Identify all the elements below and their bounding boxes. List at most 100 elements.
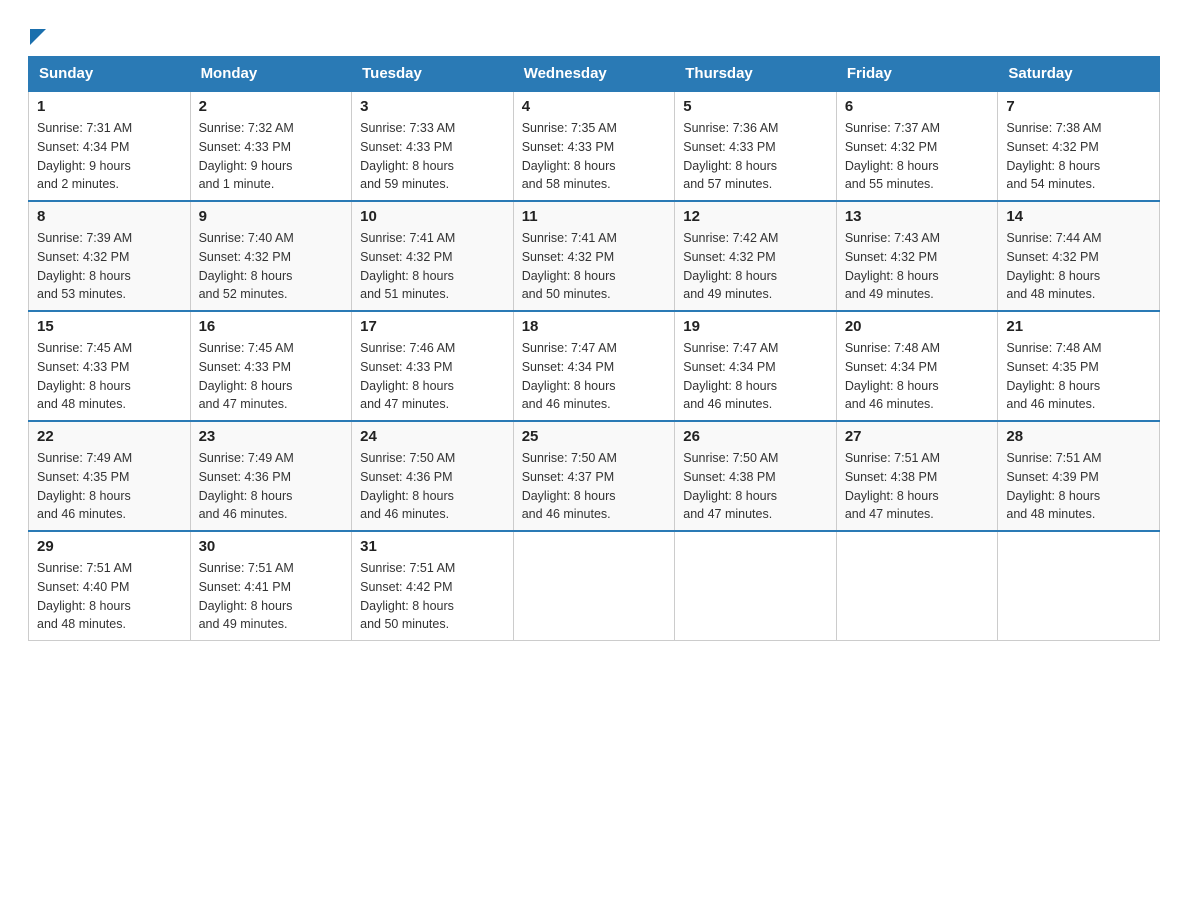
day-info: Sunrise: 7:49 AMSunset: 4:36 PMDaylight:… (199, 449, 344, 524)
day-number: 26 (683, 428, 828, 445)
day-number: 23 (199, 428, 344, 445)
calendar-cell: 4 Sunrise: 7:35 AMSunset: 4:33 PMDaylight… (513, 91, 675, 201)
calendar-cell: 13 Sunrise: 7:43 AMSunset: 4:32 PMDayligh… (836, 201, 998, 311)
day-info: Sunrise: 7:44 AMSunset: 4:32 PMDaylight:… (1006, 229, 1151, 304)
calendar-cell: 11 Sunrise: 7:41 AMSunset: 4:32 PMDayligh… (513, 201, 675, 311)
day-number: 24 (360, 428, 505, 445)
day-number: 13 (845, 208, 990, 225)
day-number: 11 (522, 208, 667, 225)
calendar-cell: 3 Sunrise: 7:33 AMSunset: 4:33 PMDaylight… (352, 91, 514, 201)
calendar-cell (513, 531, 675, 641)
calendar-cell: 18 Sunrise: 7:47 AMSunset: 4:34 PMDayligh… (513, 311, 675, 421)
calendar-cell: 2Sunrise: 7:32 AMSunset: 4:33 PMDaylight… (190, 91, 352, 201)
day-number: 3 (360, 98, 505, 115)
day-number: 28 (1006, 428, 1151, 445)
day-number: 29 (37, 538, 182, 555)
day-number: 7 (1006, 98, 1151, 115)
day-number: 16 (199, 318, 344, 335)
day-number: 4 (522, 98, 667, 115)
calendar-cell: 8 Sunrise: 7:39 AMSunset: 4:32 PMDaylight… (29, 201, 191, 311)
calendar-body: 1Sunrise: 7:31 AMSunset: 4:34 PMDaylight… (29, 91, 1160, 641)
calendar-cell (998, 531, 1160, 641)
calendar-cell: 7 Sunrise: 7:38 AMSunset: 4:32 PMDaylight… (998, 91, 1160, 201)
calendar-cell: 28 Sunrise: 7:51 AMSunset: 4:39 PMDayligh… (998, 421, 1160, 531)
calendar-cell: 17 Sunrise: 7:46 AMSunset: 4:33 PMDayligh… (352, 311, 514, 421)
day-info: Sunrise: 7:48 AMSunset: 4:35 PMDaylight:… (1006, 339, 1151, 414)
calendar-cell: 20Sunrise: 7:48 AMSunset: 4:34 PMDayligh… (836, 311, 998, 421)
day-info: Sunrise: 7:46 AMSunset: 4:33 PMDaylight:… (360, 339, 505, 414)
weekday-header-thursday: Thursday (675, 57, 837, 92)
logo (28, 28, 46, 46)
calendar-cell: 26 Sunrise: 7:50 AMSunset: 4:38 PMDayligh… (675, 421, 837, 531)
day-info: Sunrise: 7:42 AMSunset: 4:32 PMDaylight:… (683, 229, 828, 304)
calendar-cell: 27Sunrise: 7:51 AMSunset: 4:38 PMDayligh… (836, 421, 998, 531)
day-number: 1 (37, 98, 182, 115)
calendar-cell: 6 Sunrise: 7:37 AMSunset: 4:32 PMDaylight… (836, 91, 998, 201)
day-info: Sunrise: 7:51 AMSunset: 4:39 PMDaylight:… (1006, 449, 1151, 524)
day-info: Sunrise: 7:51 AMSunset: 4:40 PMDaylight:… (37, 559, 182, 634)
day-info: Sunrise: 7:33 AMSunset: 4:33 PMDaylight:… (360, 119, 505, 194)
calendar-cell: 31Sunrise: 7:51 AMSunset: 4:42 PMDayligh… (352, 531, 514, 641)
calendar-cell: 21 Sunrise: 7:48 AMSunset: 4:35 PMDayligh… (998, 311, 1160, 421)
day-info: Sunrise: 7:43 AMSunset: 4:32 PMDaylight:… (845, 229, 990, 304)
day-info: Sunrise: 7:37 AMSunset: 4:32 PMDaylight:… (845, 119, 990, 194)
day-info: Sunrise: 7:39 AMSunset: 4:32 PMDaylight:… (37, 229, 182, 304)
day-info: Sunrise: 7:38 AMSunset: 4:32 PMDaylight:… (1006, 119, 1151, 194)
weekday-header-sunday: Sunday (29, 57, 191, 92)
calendar-cell: 30 Sunrise: 7:51 AMSunset: 4:41 PMDayligh… (190, 531, 352, 641)
page-header (28, 24, 1160, 46)
calendar-cell: 14 Sunrise: 7:44 AMSunset: 4:32 PMDayligh… (998, 201, 1160, 311)
logo-triangle-icon (30, 29, 46, 45)
weekday-header-row: SundayMondayTuesdayWednesdayThursdayFrid… (29, 57, 1160, 92)
day-info: Sunrise: 7:47 AMSunset: 4:34 PMDaylight:… (522, 339, 667, 414)
day-info: Sunrise: 7:49 AMSunset: 4:35 PMDaylight:… (37, 449, 182, 524)
day-info: Sunrise: 7:41 AMSunset: 4:32 PMDaylight:… (522, 229, 667, 304)
calendar-week-row: 29 Sunrise: 7:51 AMSunset: 4:40 PMDayligh… (29, 531, 1160, 641)
calendar-cell: 19Sunrise: 7:47 AMSunset: 4:34 PMDayligh… (675, 311, 837, 421)
calendar-week-row: 8 Sunrise: 7:39 AMSunset: 4:32 PMDaylight… (29, 201, 1160, 311)
day-number: 5 (683, 98, 828, 115)
calendar-week-row: 15 Sunrise: 7:45 AMSunset: 4:33 PMDayligh… (29, 311, 1160, 421)
day-info: Sunrise: 7:50 AMSunset: 4:38 PMDaylight:… (683, 449, 828, 524)
day-number: 9 (199, 208, 344, 225)
day-info: Sunrise: 7:45 AMSunset: 4:33 PMDaylight:… (199, 339, 344, 414)
weekday-header-wednesday: Wednesday (513, 57, 675, 92)
day-number: 21 (1006, 318, 1151, 335)
day-info: Sunrise: 7:47 AMSunset: 4:34 PMDaylight:… (683, 339, 828, 414)
weekday-header-saturday: Saturday (998, 57, 1160, 92)
day-info: Sunrise: 7:51 AMSunset: 4:41 PMDaylight:… (199, 559, 344, 634)
day-number: 22 (37, 428, 182, 445)
day-number: 10 (360, 208, 505, 225)
day-info: Sunrise: 7:36 AMSunset: 4:33 PMDaylight:… (683, 119, 828, 194)
calendar-cell: 29 Sunrise: 7:51 AMSunset: 4:40 PMDayligh… (29, 531, 191, 641)
calendar-cell: 15 Sunrise: 7:45 AMSunset: 4:33 PMDayligh… (29, 311, 191, 421)
day-number: 14 (1006, 208, 1151, 225)
day-info: Sunrise: 7:50 AMSunset: 4:37 PMDaylight:… (522, 449, 667, 524)
calendar-cell: 1Sunrise: 7:31 AMSunset: 4:34 PMDaylight… (29, 91, 191, 201)
calendar-cell: 9Sunrise: 7:40 AMSunset: 4:32 PMDaylight… (190, 201, 352, 311)
day-info: Sunrise: 7:50 AMSunset: 4:36 PMDaylight:… (360, 449, 505, 524)
calendar-week-row: 22 Sunrise: 7:49 AMSunset: 4:35 PMDayligh… (29, 421, 1160, 531)
day-number: 15 (37, 318, 182, 335)
calendar-cell: 24 Sunrise: 7:50 AMSunset: 4:36 PMDayligh… (352, 421, 514, 531)
calendar-table: SundayMondayTuesdayWednesdayThursdayFrid… (28, 56, 1160, 641)
calendar-cell: 5 Sunrise: 7:36 AMSunset: 4:33 PMDaylight… (675, 91, 837, 201)
day-number: 20 (845, 318, 990, 335)
day-number: 6 (845, 98, 990, 115)
day-number: 30 (199, 538, 344, 555)
day-number: 18 (522, 318, 667, 335)
weekday-header-monday: Monday (190, 57, 352, 92)
day-number: 25 (522, 428, 667, 445)
calendar-cell: 23 Sunrise: 7:49 AMSunset: 4:36 PMDayligh… (190, 421, 352, 531)
calendar-cell: 10Sunrise: 7:41 AMSunset: 4:32 PMDayligh… (352, 201, 514, 311)
day-info: Sunrise: 7:45 AMSunset: 4:33 PMDaylight:… (37, 339, 182, 414)
calendar-cell (675, 531, 837, 641)
day-info: Sunrise: 7:51 AMSunset: 4:42 PMDaylight:… (360, 559, 505, 634)
calendar-cell: 25 Sunrise: 7:50 AMSunset: 4:37 PMDayligh… (513, 421, 675, 531)
day-info: Sunrise: 7:35 AMSunset: 4:33 PMDaylight:… (522, 119, 667, 194)
day-number: 8 (37, 208, 182, 225)
day-number: 12 (683, 208, 828, 225)
calendar-cell (836, 531, 998, 641)
day-number: 17 (360, 318, 505, 335)
calendar-cell: 16 Sunrise: 7:45 AMSunset: 4:33 PMDayligh… (190, 311, 352, 421)
